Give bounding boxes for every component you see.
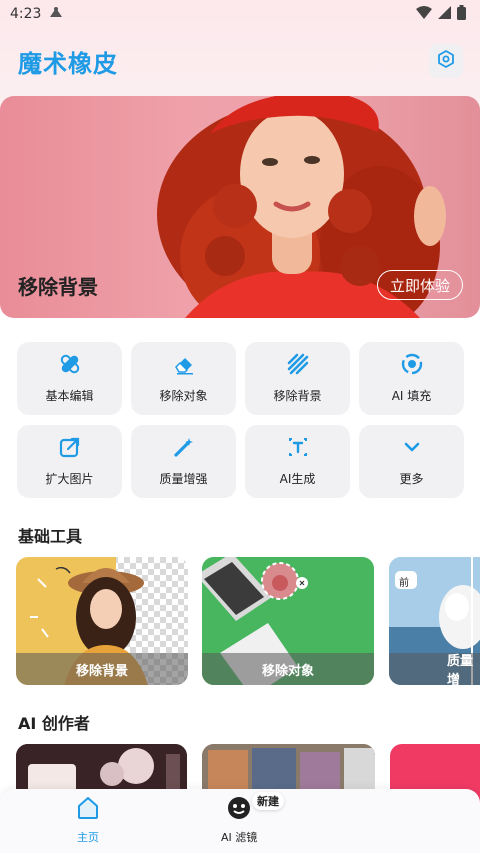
- tool-card-quality-enhance[interactable]: 前 质量增: [389, 557, 480, 685]
- tile-label: 基本编辑: [45, 389, 94, 403]
- chevron-down-icon: [401, 436, 423, 462]
- battery-icon: [457, 4, 466, 24]
- new-badge: 新建: [252, 792, 284, 810]
- tile-label: 移除对象: [159, 389, 208, 403]
- bottom-nav: 主页 AI 滤镜: [0, 789, 480, 853]
- tile-ai-fill[interactable]: AI 填充: [359, 342, 464, 415]
- tile-more[interactable]: 更多: [359, 425, 464, 498]
- basic-tools-title: 基础工具: [18, 527, 83, 546]
- banner-title: 移除背景: [18, 275, 98, 299]
- app-title: 魔术橡皮: [18, 50, 118, 78]
- tool-card-caption: 质量增: [389, 653, 480, 685]
- fill-icon: [401, 353, 423, 379]
- status-time: 4:23: [10, 6, 42, 22]
- tools-grid: 基本编辑 移除对象 移除背景 AI 填充 扩大图片 质量增强 AI生成 更多: [17, 342, 464, 498]
- tile-label: 更多: [399, 472, 424, 486]
- tile-basic-edit[interactable]: 基本编辑: [17, 342, 122, 415]
- settings-icon: [437, 50, 455, 72]
- settings-button[interactable]: [429, 44, 463, 78]
- text-cursor-icon: [287, 436, 309, 462]
- tile-label: 扩大图片: [45, 472, 94, 486]
- stripes-icon: [287, 353, 309, 379]
- tool-card-caption: 移除对象: [202, 653, 374, 685]
- tool-card-caption: 移除背景: [16, 653, 188, 685]
- bandage-icon: [59, 353, 81, 379]
- status-bar: 4:23: [0, 0, 480, 28]
- tile-label: AI生成: [279, 472, 316, 486]
- try-now-button[interactable]: 立即体验: [377, 270, 463, 300]
- magic-wand-icon: [173, 436, 195, 462]
- nav-home[interactable]: 主页: [75, 795, 101, 845]
- home-icon: [75, 795, 101, 825]
- ai-creator-title: AI 创作者: [18, 714, 90, 733]
- eraser-icon: [173, 353, 195, 379]
- ai-filter-face-icon: [226, 795, 252, 825]
- notification-icon: [49, 6, 63, 22]
- tile-remove-object[interactable]: 移除对象: [131, 342, 236, 415]
- before-tag: 前: [399, 578, 409, 589]
- tile-ai-generate[interactable]: AI生成: [245, 425, 350, 498]
- tile-label: 移除背景: [273, 389, 322, 403]
- expand-icon: [59, 436, 81, 462]
- nav-ai-filters-label: AI 滤镜: [221, 831, 258, 844]
- tile-quality-enhance[interactable]: 质量增强: [131, 425, 236, 498]
- tile-expand-image[interactable]: 扩大图片: [17, 425, 122, 498]
- signal-icon: [438, 5, 451, 23]
- tile-remove-background[interactable]: 移除背景: [245, 342, 350, 415]
- wifi-icon: [416, 5, 432, 23]
- tile-label: AI 填充: [391, 389, 432, 403]
- tile-label: 质量增强: [159, 472, 208, 486]
- nav-home-label: 主页: [77, 831, 99, 844]
- tool-card-remove-background[interactable]: 移除背景: [16, 557, 188, 685]
- tool-card-remove-object[interactable]: 移除对象: [202, 557, 374, 685]
